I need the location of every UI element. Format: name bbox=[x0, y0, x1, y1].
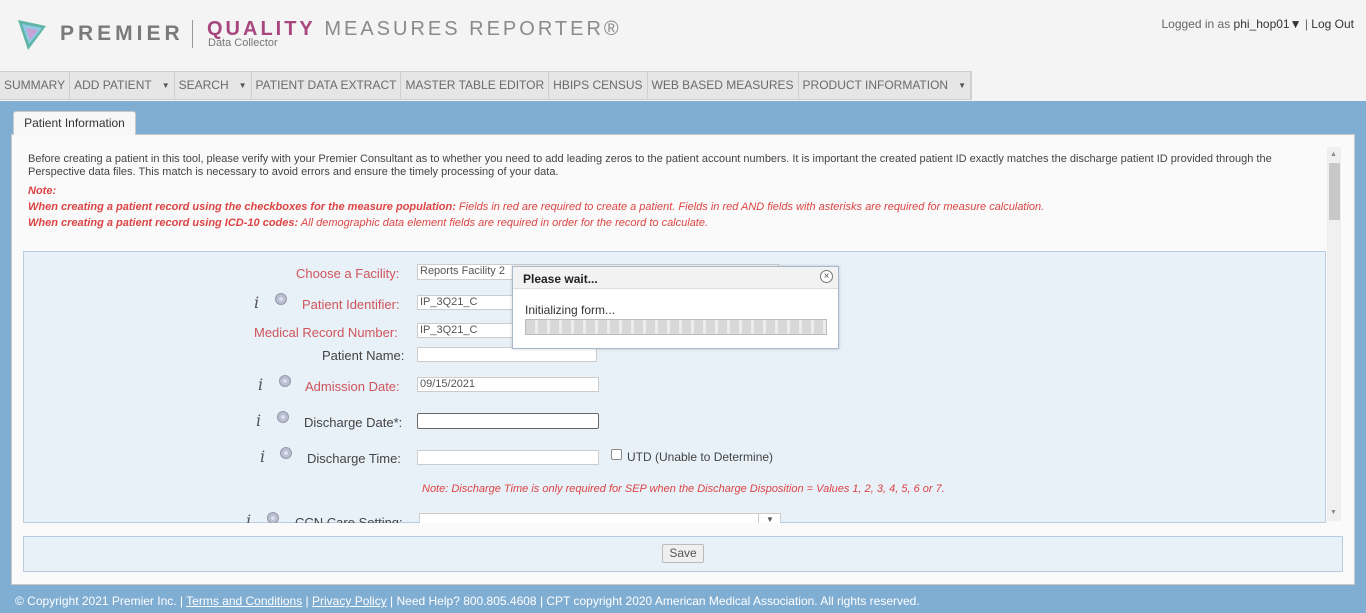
footer: © Copyright 2021 Premier Inc. | Terms an… bbox=[0, 593, 1366, 613]
nav-label: PRODUCT INFORMATION bbox=[802, 78, 949, 92]
help-icon[interactable] bbox=[267, 512, 279, 523]
premier-logo-icon bbox=[18, 20, 46, 50]
info-icon[interactable]: i bbox=[246, 511, 251, 523]
chevron-down-icon: ▼ bbox=[958, 81, 967, 90]
header-separator: | bbox=[1304, 17, 1308, 31]
scrollbar-thumb[interactable] bbox=[1329, 163, 1340, 220]
ccn-care-setting-select[interactable] bbox=[419, 513, 781, 523]
dialog-title: Please wait... bbox=[523, 272, 598, 286]
nav-hbips-census[interactable]: HBIPS CENSUS bbox=[549, 72, 648, 99]
nav-label: PATIENT DATA EXTRACT bbox=[255, 78, 397, 92]
icd10-rule-title: When creating a patient record using ICD… bbox=[28, 217, 299, 229]
privacy-link[interactable]: Privacy Policy bbox=[312, 594, 387, 608]
nav-add-patient[interactable]: ADD PATIENT ▼ bbox=[70, 72, 175, 99]
patient-identifier-label: Patient Identifier: bbox=[302, 297, 400, 312]
main-nav: SUMMARY ADD PATIENT ▼ SEARCH ▼ PATIENT DAT… bbox=[0, 71, 973, 100]
discharge-date-label: Discharge Date*: bbox=[304, 415, 403, 430]
checkbox-rule: When creating a patient record using the… bbox=[28, 201, 1044, 213]
utd-label: UTD (Unable to Determine) bbox=[627, 450, 774, 464]
nav-label: ADD PATIENT bbox=[74, 78, 152, 92]
patient-name-label: Patient Name: bbox=[322, 348, 405, 363]
nav-product-information[interactable]: PRODUCT INFORMATION ▼ bbox=[799, 72, 972, 99]
info-icon[interactable]: i bbox=[256, 411, 261, 430]
nav-label: SEARCH bbox=[178, 78, 229, 92]
nav-summary[interactable]: SUMMARY bbox=[0, 72, 71, 99]
discharge-time-note: Note: Discharge Time is only required fo… bbox=[422, 483, 945, 495]
nav-web-based-measures[interactable]: WEB BASED MEASURES bbox=[648, 72, 799, 99]
save-button[interactable]: Save bbox=[662, 544, 704, 563]
checkbox-rule-title: When creating a patient record using the… bbox=[28, 201, 456, 213]
facility-label: Choose a Facility: bbox=[296, 266, 400, 281]
admission-date-input[interactable]: 09/15/2021 bbox=[417, 377, 599, 392]
user-area: Logged in as phi_hop01▼ | Log Out bbox=[1161, 17, 1354, 31]
icd10-rule: When creating a patient record using ICD… bbox=[28, 217, 708, 229]
top-header: PREMIER QUALITY MEASURES REPORTER® Data … bbox=[0, 0, 1366, 101]
nav-patient-data-extract[interactable]: PATIENT DATA EXTRACT bbox=[252, 72, 402, 99]
info-icon[interactable]: i bbox=[254, 293, 259, 312]
utd-checkbox[interactable] bbox=[611, 449, 622, 460]
zero-padding-notice: Before creating a patient in this tool, … bbox=[28, 153, 1272, 178]
brand-divider bbox=[192, 20, 193, 48]
chevron-down-icon: ▼ bbox=[238, 81, 247, 90]
mrn-label: Medical Record Number: bbox=[254, 325, 398, 340]
nav-search[interactable]: SEARCH ▼ bbox=[175, 72, 252, 99]
discharge-time-label: Discharge Time: bbox=[307, 451, 401, 466]
note-label: Note: bbox=[28, 185, 57, 197]
nav-label: WEB BASED MEASURES bbox=[651, 78, 794, 92]
close-icon[interactable]: × bbox=[820, 270, 833, 283]
footer-separator: | bbox=[302, 594, 313, 608]
help-icon[interactable] bbox=[280, 447, 292, 459]
username-menu[interactable]: phi_hop01▼ bbox=[1234, 17, 1302, 31]
footer-help-text: | Need Help? 800.805.4608 | CPT copyrigh… bbox=[386, 594, 920, 608]
help-icon[interactable] bbox=[275, 293, 287, 305]
nav-master-table-editor[interactable]: MASTER TABLE EDITOR bbox=[401, 72, 550, 99]
please-wait-dialog: Please wait... × Initializing form... bbox=[512, 266, 839, 349]
logout-link[interactable]: Log Out bbox=[1311, 17, 1354, 31]
ccn-care-setting-label: CCN Care Setting: bbox=[295, 515, 403, 523]
checkbox-rule-text: Fields in red are required to create a p… bbox=[455, 201, 1045, 213]
admission-date-label: Admission Date: bbox=[305, 379, 400, 394]
nav-label: SUMMARY bbox=[4, 78, 66, 92]
chevron-down-icon: ▼ bbox=[161, 81, 170, 90]
brand-name: PREMIER bbox=[60, 22, 184, 45]
patient-name-input[interactable] bbox=[417, 347, 597, 362]
dialog-message: Initializing form... bbox=[525, 303, 616, 317]
copyright-text: © Copyright 2021 Premier Inc. | bbox=[15, 594, 187, 608]
discharge-time-input[interactable] bbox=[417, 450, 599, 465]
discharge-date-input[interactable] bbox=[417, 413, 599, 429]
logged-in-label: Logged in as bbox=[1161, 17, 1231, 31]
product-subtitle: Data Collector bbox=[208, 37, 278, 49]
nav-label: HBIPS CENSUS bbox=[553, 78, 643, 92]
terms-link[interactable]: Terms and Conditions bbox=[186, 594, 302, 608]
product-title-rest: MEASURES REPORTER® bbox=[324, 18, 622, 40]
info-icon[interactable]: i bbox=[260, 447, 265, 466]
icd10-rule-text: All demographic data element fields are … bbox=[298, 217, 709, 229]
chevron-down-icon[interactable]: ▼ bbox=[758, 513, 781, 524]
info-icon[interactable]: i bbox=[258, 375, 263, 394]
loading-progress-bar bbox=[525, 319, 827, 335]
scroll-down-icon[interactable]: ▼ bbox=[1330, 509, 1337, 516]
dialog-header: Please wait... × bbox=[513, 267, 838, 289]
help-icon[interactable] bbox=[279, 375, 291, 387]
tab-patient-information[interactable]: Patient Information bbox=[13, 111, 136, 135]
nav-label: MASTER TABLE EDITOR bbox=[405, 78, 545, 92]
scroll-up-icon[interactable]: ▲ bbox=[1330, 151, 1337, 158]
help-icon[interactable] bbox=[277, 411, 289, 423]
